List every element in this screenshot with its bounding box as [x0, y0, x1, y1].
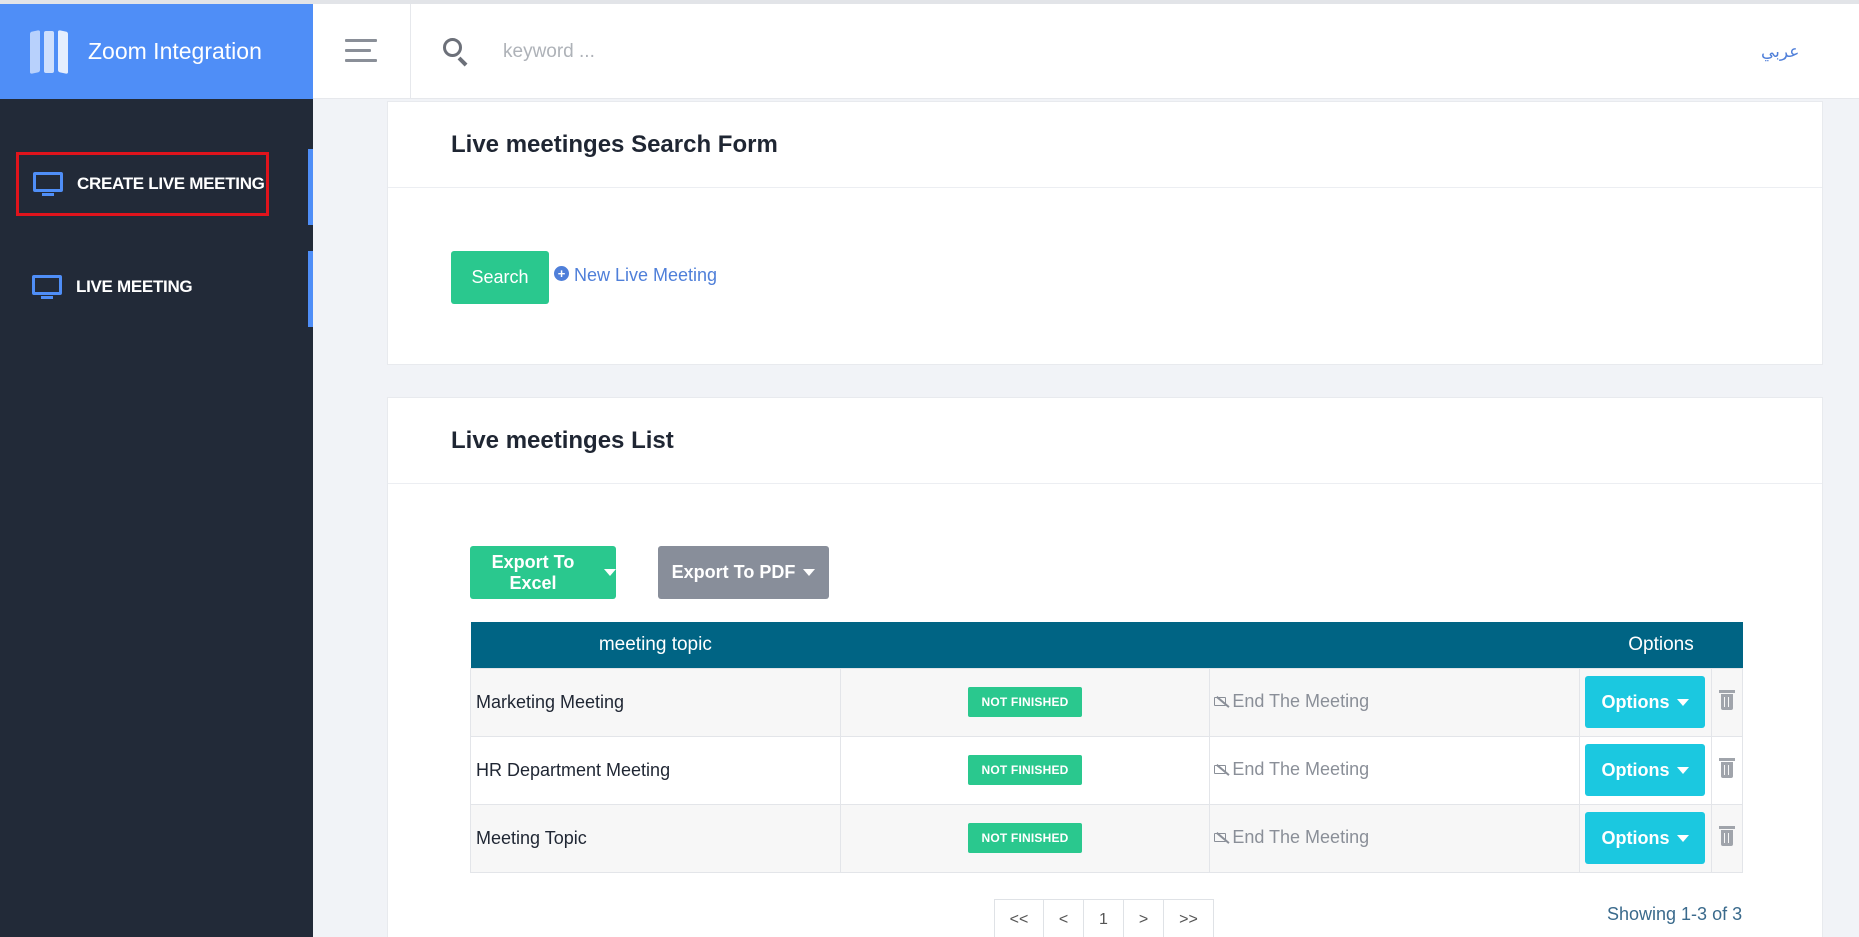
options-button[interactable]: Options — [1585, 744, 1706, 796]
search-button[interactable]: Search — [451, 251, 549, 304]
column-header-status — [840, 622, 1210, 668]
trash-icon[interactable] — [1718, 689, 1735, 710]
pagination-next[interactable]: > — [1124, 899, 1164, 937]
pagination-prev[interactable]: < — [1044, 899, 1084, 937]
brand-header[interactable]: Zoom Integration — [0, 4, 313, 99]
search-form-header: Live meetinges Search Form — [388, 102, 1822, 188]
options-button[interactable]: Options — [1585, 676, 1706, 728]
pagination-first[interactable]: << — [994, 899, 1044, 937]
pagination-page[interactable]: 1 — [1084, 899, 1124, 937]
options-label: Options — [1601, 691, 1670, 712]
table-header-row: meeting topic Options — [470, 622, 1743, 668]
search-icon[interactable] — [443, 38, 471, 67]
app-title: Zoom Integration — [88, 38, 262, 64]
export-excel-label: Export To Excel — [491, 551, 575, 593]
export-pdf-button[interactable]: Export To PDF — [658, 546, 829, 599]
search-form-card: Live meetinges Search Form Search + New … — [387, 101, 1823, 365]
zoom-logo-icon — [30, 29, 70, 74]
search-input[interactable] — [503, 32, 1203, 72]
meeting-topic-cell: Meeting Topic — [470, 803, 841, 873]
nav-active-indicator — [308, 149, 313, 225]
sidebar-item-live-meeting[interactable]: LIVE MEETING — [18, 257, 268, 317]
new-live-meeting-label: New Live Meeting — [574, 265, 718, 285]
end-meeting-link[interactable]: End The Meeting — [1214, 827, 1369, 848]
column-header-options: Options — [1579, 622, 1743, 668]
meetings-table: meeting topic Options Marketing Meeting … — [470, 622, 1744, 873]
options-label: Options — [1601, 759, 1670, 780]
top-bar: عربي — [313, 4, 1859, 99]
caret-down-icon — [1677, 766, 1690, 774]
sidebar-item-label: CREATE LIVE MEETING — [77, 174, 265, 193]
video-off-icon — [1214, 763, 1230, 776]
options-button[interactable]: Options — [1585, 812, 1706, 864]
video-off-icon — [1214, 831, 1230, 844]
language-switch-link[interactable]: عربي — [1761, 42, 1799, 62]
column-header-end — [1209, 622, 1580, 668]
caret-down-icon — [803, 569, 816, 576]
hamburger-menu-icon[interactable] — [345, 39, 377, 63]
list-header: Live meetinges List — [388, 398, 1822, 484]
caret-down-icon — [1677, 834, 1690, 842]
sidebar-item-create-live-meeting[interactable]: CREATE LIVE MEETING — [16, 152, 269, 216]
video-off-icon — [1214, 695, 1230, 708]
trash-icon[interactable] — [1718, 757, 1735, 778]
status-badge: NOT FINISHED — [968, 687, 1082, 717]
sidebar-item-label: LIVE MEETING — [76, 277, 193, 296]
topbar-divider — [410, 4, 411, 99]
options-label: Options — [1601, 827, 1670, 848]
end-meeting-link[interactable]: End The Meeting — [1214, 691, 1369, 712]
monitor-icon — [33, 172, 63, 196]
pagination-last[interactable]: >> — [1164, 899, 1214, 937]
table-row: Meeting Topic NOT FINISHED End The Meeti… — [470, 803, 1744, 873]
end-meeting-label: End The Meeting — [1232, 691, 1370, 711]
table-row: HR Department Meeting NOT FINISHED End T… — [470, 735, 1744, 805]
trash-icon[interactable] — [1718, 825, 1735, 846]
nav-indicator — [308, 251, 313, 327]
caret-down-icon — [1677, 698, 1690, 706]
search-form-title: Live meetinges Search Form — [451, 130, 778, 158]
end-meeting-label: End The Meeting — [1232, 827, 1370, 847]
pagination: << < 1 > >> — [994, 899, 1214, 937]
plus-circle-icon: + — [554, 266, 569, 281]
end-meeting-label: End The Meeting — [1232, 759, 1370, 779]
list-title: Live meetinges List — [451, 426, 674, 454]
status-badge: NOT FINISHED — [968, 823, 1082, 853]
meeting-topic-cell: Marketing Meeting — [470, 667, 841, 737]
caret-down-icon — [604, 569, 616, 576]
end-meeting-link[interactable]: End The Meeting — [1214, 759, 1369, 780]
sidebar: CREATE LIVE MEETING LIVE MEETING — [0, 99, 313, 937]
monitor-icon — [32, 275, 62, 299]
column-header-topic: meeting topic — [470, 622, 841, 668]
export-pdf-label: Export To PDF — [671, 562, 796, 582]
meeting-topic-cell: HR Department Meeting — [470, 735, 841, 805]
showing-count: Showing 1-3 of 3 — [1607, 904, 1743, 924]
export-excel-button[interactable]: Export To Excel — [470, 546, 616, 599]
new-live-meeting-link[interactable]: + New Live Meeting — [554, 265, 717, 286]
meetings-list-card: Live meetinges List Export To Excel Expo… — [387, 397, 1823, 937]
table-row: Marketing Meeting NOT FINISHED End The M… — [470, 667, 1744, 737]
status-badge: NOT FINISHED — [968, 755, 1082, 785]
